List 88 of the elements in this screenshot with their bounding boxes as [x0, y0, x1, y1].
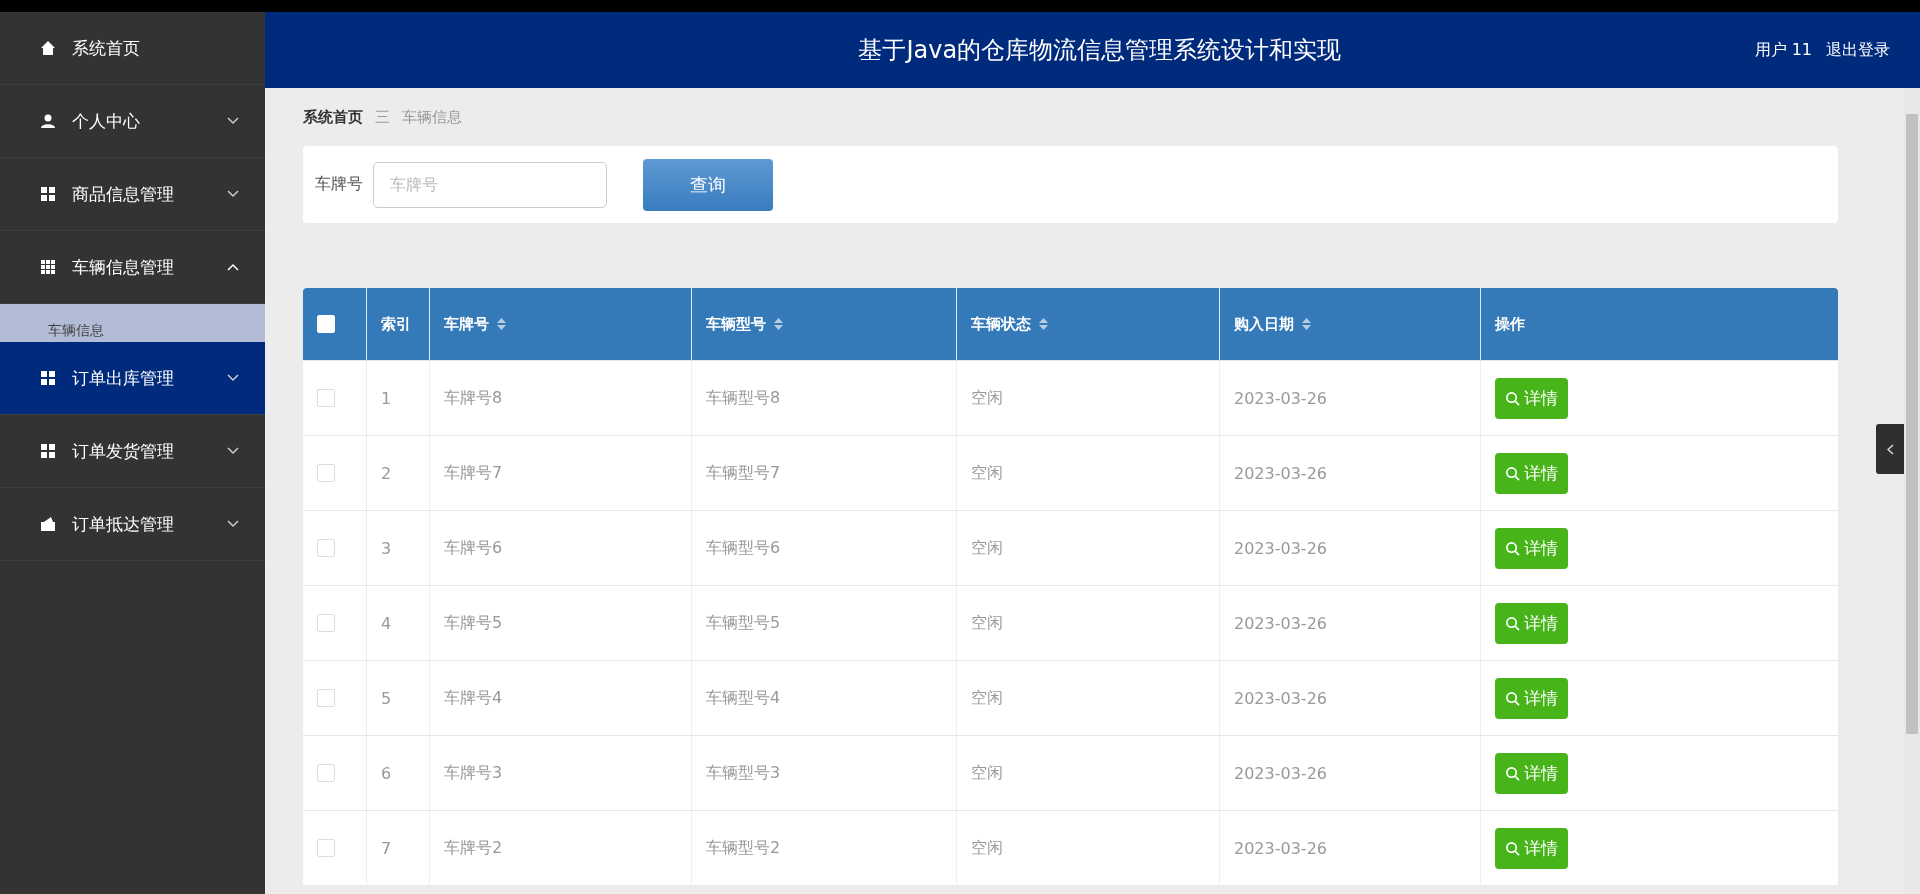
row-checkbox[interactable] — [317, 389, 335, 407]
chevron-left-icon — [1886, 443, 1894, 455]
search-icon — [1505, 615, 1520, 631]
detail-button[interactable]: 详情 — [1495, 827, 1568, 869]
grid-icon — [40, 370, 56, 386]
field-label: 车牌号 — [315, 174, 363, 195]
logout-link[interactable]: 退出登录 — [1826, 39, 1890, 61]
table-cell: 4 — [381, 613, 392, 633]
table-cell: 空闲 — [971, 462, 1003, 484]
collapse-tab[interactable] — [1876, 424, 1904, 474]
table-cell: 车辆型号8 — [706, 387, 781, 409]
table-cell: 2023-03-26 — [1234, 538, 1327, 558]
grid-icon — [40, 443, 56, 459]
table-cell: 空闲 — [971, 687, 1003, 709]
detail-button[interactable]: 详情 — [1495, 602, 1568, 644]
search-icon — [1505, 465, 1520, 481]
column-header[interactable]: 购入日期 — [1234, 314, 1294, 334]
row-checkbox[interactable] — [317, 464, 335, 482]
table-cell: 空闲 — [971, 762, 1003, 784]
sort-icon[interactable] — [1039, 317, 1048, 331]
search-icon — [1505, 765, 1520, 781]
table-cell: 车牌号5 — [444, 612, 503, 634]
table-cell: 2023-03-26 — [1234, 388, 1327, 408]
table-cell: 车辆型号7 — [706, 462, 781, 484]
row-checkbox[interactable] — [317, 539, 335, 557]
table-cell: 车牌号2 — [444, 837, 503, 859]
app-title: 基于Java的仓库物流信息管理系统设计和实现 — [857, 35, 1343, 66]
table-cell: 车牌号7 — [444, 462, 503, 484]
breadcrumb-current: 车辆信息 — [402, 107, 462, 127]
table-cell: 2023-03-26 — [1234, 463, 1327, 483]
detail-button[interactable]: 详情 — [1495, 452, 1568, 494]
detail-button[interactable]: 详情 — [1495, 377, 1568, 419]
user-icon — [40, 113, 56, 129]
table-cell: 空闲 — [971, 612, 1003, 634]
row-checkbox[interactable] — [317, 764, 335, 782]
grid-icon — [40, 259, 56, 275]
row-checkbox[interactable] — [317, 689, 335, 707]
column-header[interactable]: 车辆型号 — [706, 314, 766, 334]
table-cell: 车牌号8 — [444, 387, 503, 409]
table-cell: 2 — [381, 463, 392, 483]
sidebar-item[interactable]: 订单出库管理 — [0, 342, 265, 415]
table-cell: 空闲 — [971, 537, 1003, 559]
table-cell: 2023-03-26 — [1234, 613, 1327, 633]
plate-input[interactable]: 车牌号 — [373, 161, 607, 208]
table-cell: 车辆型号2 — [706, 837, 781, 859]
search-button[interactable]: 查询 — [643, 158, 773, 211]
column-header[interactable]: 车牌号 — [444, 314, 489, 334]
grid-icon — [40, 186, 56, 202]
table-cell: 空闲 — [971, 387, 1003, 409]
table-cell: 空闲 — [971, 837, 1003, 859]
sort-icon[interactable] — [774, 317, 783, 331]
row-checkbox[interactable] — [317, 614, 335, 632]
column-header: 操作 — [1495, 314, 1525, 334]
table-cell: 车辆型号6 — [706, 537, 781, 559]
table-cell: 车辆型号3 — [706, 762, 781, 784]
table-cell: 车辆型号4 — [706, 687, 781, 709]
wallet-icon — [40, 516, 56, 532]
table-cell: 车牌号6 — [444, 537, 503, 559]
table-cell: 2023-03-26 — [1234, 838, 1327, 858]
table-cell: 车牌号3 — [444, 762, 503, 784]
detail-button[interactable]: 详情 — [1495, 752, 1568, 794]
table-cell: 5 — [381, 688, 392, 708]
column-header[interactable]: 车辆状态 — [971, 314, 1031, 334]
search-icon — [1505, 540, 1520, 556]
table-cell: 2023-03-26 — [1234, 763, 1327, 783]
column-header: 索引 — [381, 314, 411, 334]
table-cell: 车牌号4 — [444, 687, 503, 709]
detail-button[interactable]: 详情 — [1495, 677, 1568, 719]
table-cell: 6 — [381, 763, 392, 783]
search-icon — [1505, 690, 1520, 706]
sort-icon[interactable] — [1302, 317, 1311, 331]
table-cell: 车辆型号5 — [706, 612, 781, 634]
search-icon — [1505, 390, 1520, 406]
table-cell: 7 — [381, 838, 392, 858]
breadcrumb-link[interactable]: 系统首页 — [303, 107, 363, 127]
home-icon — [40, 40, 56, 56]
sort-icon[interactable] — [497, 317, 506, 331]
row-checkbox[interactable] — [317, 839, 335, 857]
scrollbar[interactable] — [1904, 88, 1920, 894]
select-all-checkbox[interactable] — [317, 315, 335, 333]
breadcrumb-separator: 三 — [375, 107, 390, 127]
detail-button[interactable]: 详情 — [1495, 527, 1568, 569]
search-icon — [1505, 840, 1520, 856]
submenu-item[interactable]: 车辆信息 — [0, 304, 265, 342]
table-cell: 2023-03-26 — [1234, 688, 1327, 708]
table-cell: 1 — [381, 388, 392, 408]
user-name: 用户 11 — [1754, 39, 1812, 61]
table-cell: 3 — [381, 538, 392, 558]
